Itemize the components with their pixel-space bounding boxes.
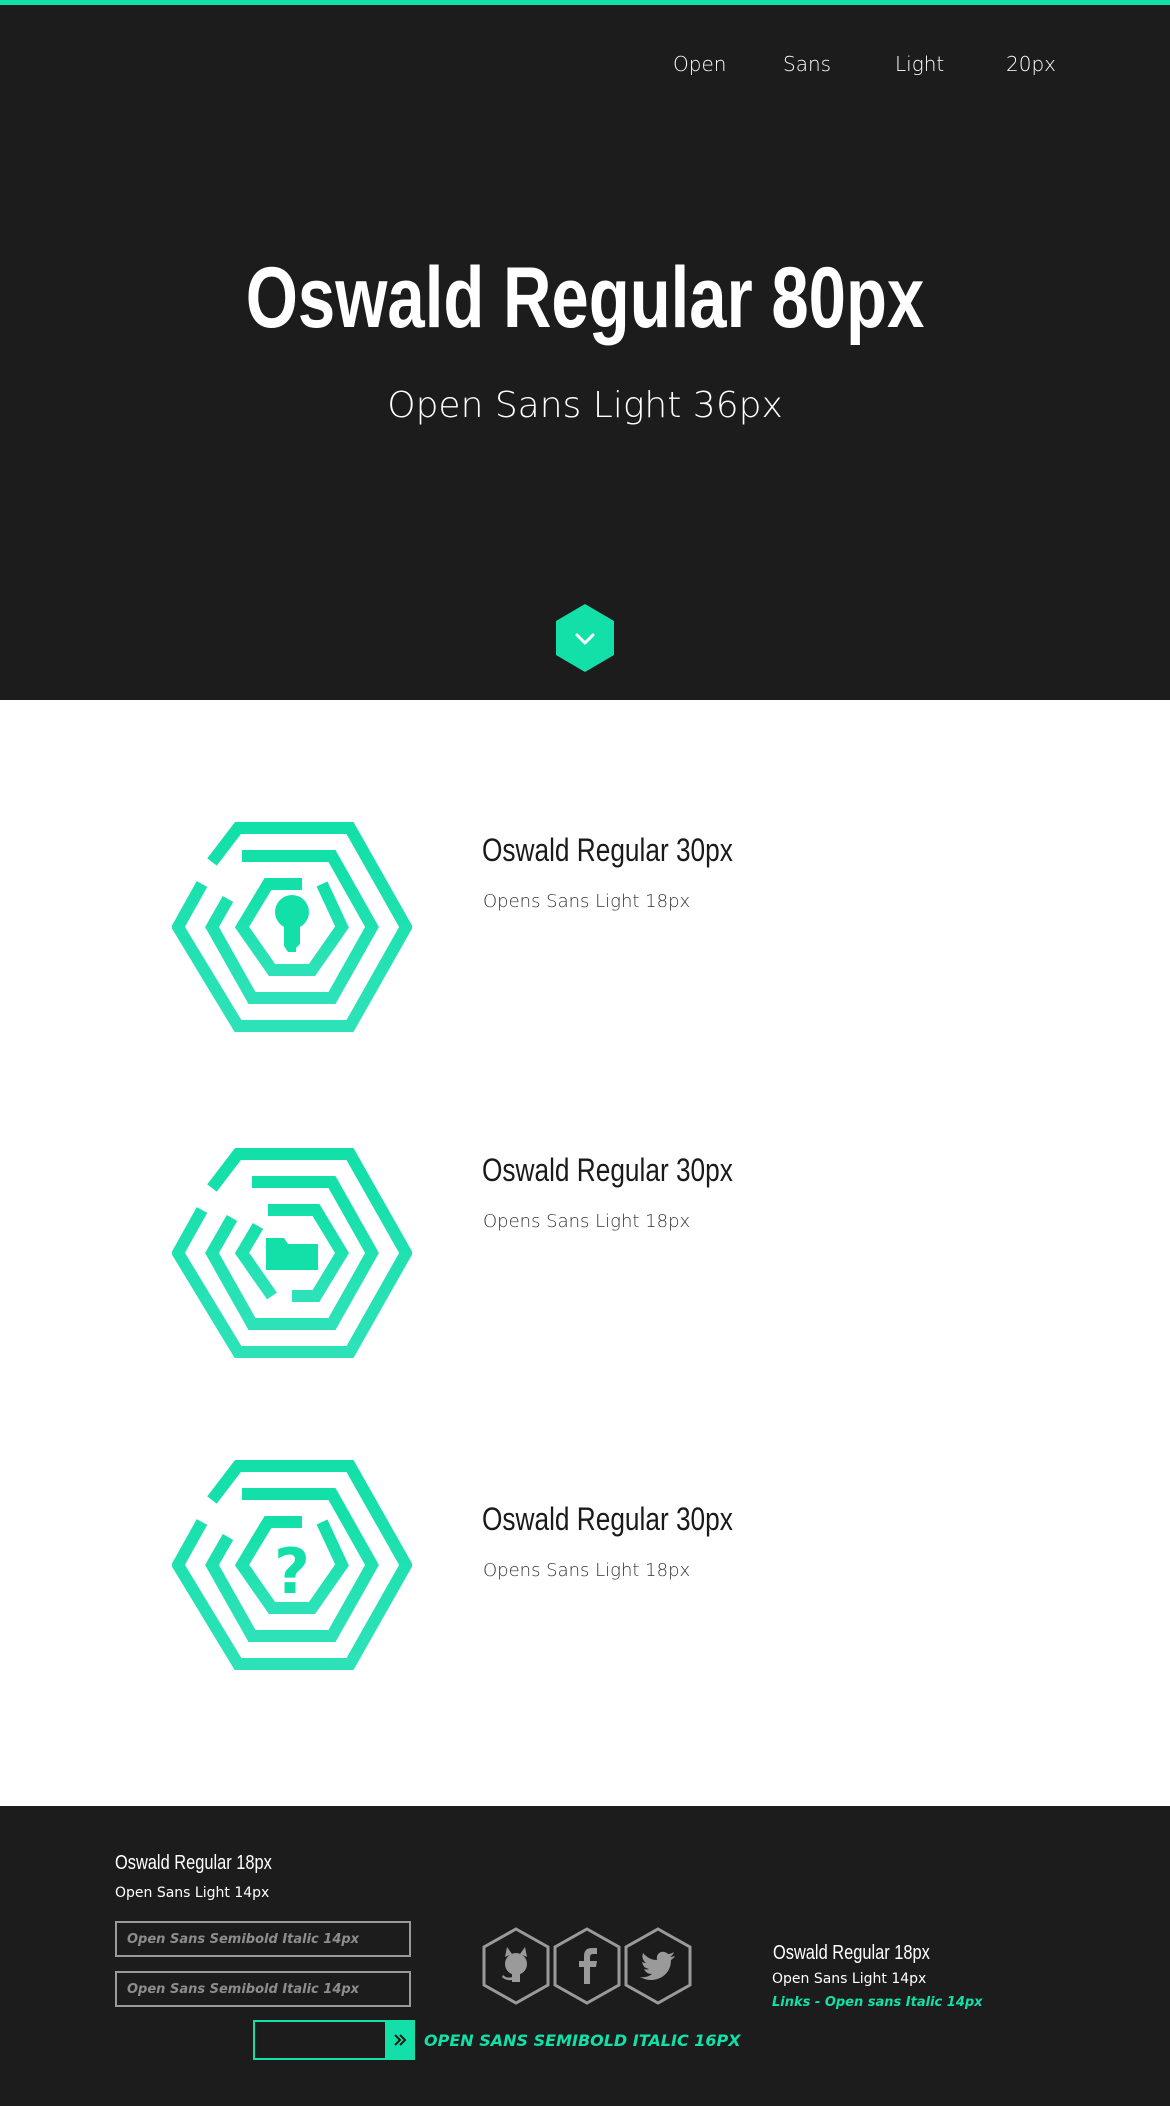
feature-subtitle: Opens Sans Light 18px — [483, 1211, 691, 1232]
folder-icon — [266, 1238, 318, 1270]
question-maze-icon: ? — [172, 1460, 412, 1670]
feature-title: Oswald Regular 30px — [482, 832, 733, 868]
footer-input-2[interactable] — [115, 1971, 411, 2007]
github-link[interactable] — [481, 1927, 551, 2005]
question-mark-icon: ? — [274, 1535, 310, 1608]
nav-item-open[interactable]: Open — [673, 52, 726, 76]
double-chevron-right-icon — [394, 2034, 407, 2046]
folder-maze-icon — [172, 1148, 412, 1358]
facebook-icon — [553, 1927, 621, 2005]
top-nav: Open Sans Light 20px — [0, 52, 1170, 88]
features-section: Oswald Regular 30px Opens Sans Light 18p… — [0, 700, 1170, 1806]
footer-input-1[interactable] — [115, 1921, 411, 1957]
subscribe-label: OPEN SANS SEMIBOLD ITALIC 16PX — [424, 2031, 741, 2050]
facebook-link[interactable] — [552, 1927, 622, 2005]
feature-title: Oswald Regular 30px — [482, 1501, 733, 1537]
subscribe-button[interactable] — [385, 2020, 415, 2060]
twitter-link[interactable] — [623, 1927, 693, 2005]
twitter-icon — [624, 1927, 692, 2005]
keyhole-maze-icon — [172, 822, 412, 1032]
scroll-down-button[interactable] — [555, 604, 615, 672]
nav-item-sans[interactable]: Sans — [783, 52, 831, 76]
keyhole-icon — [275, 895, 309, 952]
nav-item-light[interactable]: Light — [895, 52, 944, 76]
hero-subtitle: Open Sans Light 36px — [387, 385, 783, 426]
footer-link[interactable]: Links - Open sans Italic 14px — [772, 1995, 983, 2010]
feature-subtitle: Opens Sans Light 18px — [483, 891, 691, 912]
footer-left-title: Oswald Regular 18px — [115, 1852, 272, 1874]
subscribe-input[interactable] — [253, 2020, 387, 2060]
hexagon-button-shape — [556, 604, 614, 672]
github-icon — [482, 1927, 550, 2005]
feature-title: Oswald Regular 30px — [482, 1152, 733, 1188]
nav-item-20px[interactable]: 20px — [1006, 52, 1056, 76]
hero-section: Open Sans Light 20px Oswald Regular 80px… — [0, 5, 1170, 700]
footer-right-title: Oswald Regular 18px — [773, 1942, 930, 1964]
feature-subtitle: Opens Sans Light 18px — [483, 1560, 691, 1581]
hero-title: Oswald Regular 80px — [245, 250, 925, 346]
footer-left-subtitle: Open Sans Light 14px — [115, 1885, 270, 1901]
footer-right-subtitle: Open Sans Light 14px — [772, 1971, 927, 1987]
